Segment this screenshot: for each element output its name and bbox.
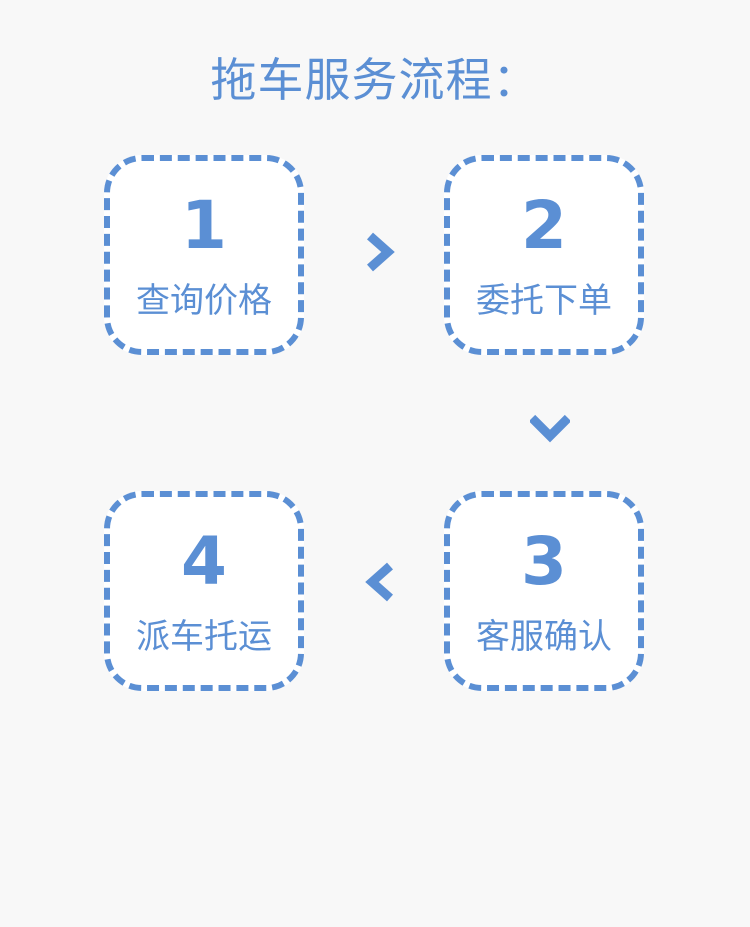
step-number: 4	[181, 523, 227, 600]
step-card-3: 3 客服确认	[444, 491, 644, 691]
step-label: 委托下单	[476, 281, 612, 321]
chevron-right-icon	[360, 232, 400, 272]
step-card-4: 4 派车托运	[104, 491, 304, 691]
step-number: 1	[181, 187, 227, 264]
step-label: 客服确认	[476, 617, 612, 657]
chevron-left-icon	[360, 562, 400, 602]
chevron-down-icon	[530, 408, 570, 448]
step-card-1: 1 查询价格	[104, 155, 304, 355]
page-title: 拖车服务流程：	[210, 53, 540, 107]
step-label: 派车托运	[136, 617, 272, 657]
step-number: 2	[521, 187, 567, 264]
step-card-2: 2 委托下单	[444, 155, 644, 355]
step-number: 3	[521, 523, 567, 600]
step-label: 查询价格	[136, 281, 272, 321]
